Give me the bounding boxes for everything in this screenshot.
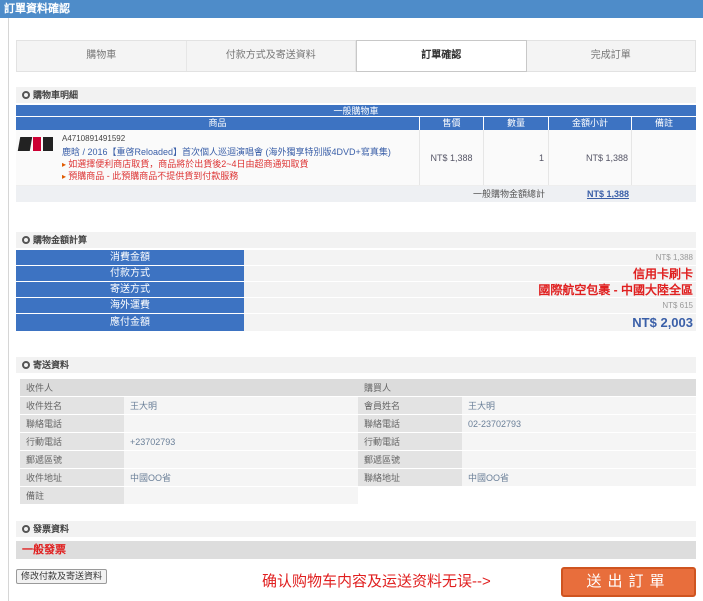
col-quantity: 數量 — [484, 117, 549, 130]
amount-label: 付款方式 — [16, 266, 244, 281]
amount-label: 寄送方式 — [16, 282, 244, 297]
field-value — [462, 451, 696, 468]
col-price: 售價 — [420, 117, 484, 130]
field-value: +23702793 — [124, 433, 358, 450]
field-label: 聯絡電話 — [358, 415, 462, 432]
cart-section-title: 購物車明細 — [33, 90, 79, 100]
field-value: 中國OO省 — [462, 469, 696, 486]
field-label: 郵遞區號 — [20, 451, 124, 468]
cart-total-row: 一般購物金額總計 NT$ 1,388 — [16, 186, 696, 202]
bullet-icon — [22, 91, 30, 99]
amount-value: NT$ 1,388 — [244, 250, 696, 265]
product-quantity: 1 — [484, 130, 549, 185]
amount-row: 寄送方式 國際航空包裹 - 中國大陸全區 — [16, 282, 696, 298]
field-value — [462, 433, 696, 450]
buyer-row: 聯絡地址 中國OO省 — [358, 469, 696, 487]
step-cart[interactable]: 購物車 — [17, 41, 187, 71]
total-payable-value: NT$ 2,003 — [244, 314, 696, 331]
field-label: 郵遞區號 — [358, 451, 462, 468]
step-payment-shipping[interactable]: 付款方式及寄送資料 — [187, 41, 356, 71]
window-title: 訂單資料確認 — [0, 0, 703, 18]
invoice-type: 一般發票 — [16, 541, 696, 559]
amount-section-header: 購物金額計算 — [16, 232, 696, 248]
buyer-row: 會員姓名 王大明 — [358, 397, 696, 415]
field-label: 收件姓名 — [20, 397, 124, 414]
shipping-section-title: 寄送資料 — [33, 360, 70, 370]
col-subtotal: 金額小計 — [549, 117, 632, 130]
buyer-title: 購買人 — [358, 379, 696, 396]
cart-group-title: 一般購物車 — [16, 105, 696, 117]
amount-row: 消費金額 NT$ 1,388 — [16, 250, 696, 266]
field-value: 王大明 — [462, 397, 696, 414]
field-value — [124, 487, 358, 504]
recipient-title: 收件人 — [20, 379, 358, 396]
submit-order-button[interactable]: 送出訂單 — [561, 567, 696, 597]
field-label: 聯絡電話 — [20, 415, 124, 432]
recipient-row: 收件地址 中國OO省 — [20, 469, 358, 487]
payment-method-value: 信用卡刷卡 — [244, 266, 696, 281]
bullet-icon — [22, 361, 30, 369]
amount-label: 消費金額 — [16, 250, 244, 265]
modify-payment-shipping-button[interactable]: 修改付款及寄送資料 — [16, 569, 108, 584]
amount-row: 應付金額 NT$ 2,003 — [16, 314, 696, 332]
recipient-row: 收件姓名 王大明 — [20, 397, 358, 415]
buyer-title-row: 購買人 — [358, 379, 696, 397]
recipient-row: 聯絡電話 — [20, 415, 358, 433]
recipient-row: 郵遞區號 — [20, 451, 358, 469]
invoice-section-header: 發票資料 — [16, 521, 696, 537]
invoice-section-title: 發票資料 — [33, 524, 70, 534]
step-complete: 完成訂單 — [590, 50, 631, 61]
product-cell: A4710891491592 鹿晗 / 2016【重啓Reloaded】首次個人… — [16, 130, 420, 185]
cart-table: 一般購物車 商品 售價 數量 金額小計 備註 A4710891491592 鹿晗… — [16, 105, 696, 202]
col-remark: 備註 — [654, 118, 673, 128]
field-value: 中國OO省 — [124, 469, 358, 486]
recipient-panel: 收件人 收件姓名 王大明 聯絡電話 行動電話 +23702793 郵遞區號 收件地址… — [20, 379, 358, 505]
buyer-row: 郵遞區號 — [358, 451, 696, 469]
field-value: 02-23702793 — [462, 415, 696, 432]
cart-header-row: 商品 售價 數量 金額小計 備註 — [16, 117, 696, 130]
recipient-row: 行動電話 +23702793 — [20, 433, 358, 451]
confirm-note: 确认购物车内容及运送资料无误--> — [262, 573, 491, 590]
col-product: 商品 — [16, 117, 420, 130]
field-label: 收件地址 — [20, 469, 124, 486]
field-value — [124, 415, 358, 432]
buyer-row: 聯絡電話 02-23702793 — [358, 415, 696, 433]
field-label: 會員姓名 — [358, 397, 462, 414]
buyer-panel: 購買人 會員姓名 王大明 聯絡電話 02-23702793 行動電話 郵遞區號 聯絡… — [358, 379, 696, 487]
amount-row: 海外運費 NT$ 615 — [16, 298, 696, 314]
checkout-steps: 購物車 付款方式及寄送資料 訂單確認 完成訂單 — [16, 40, 696, 72]
product-thumbnail[interactable] — [17, 135, 55, 155]
step-order-confirm[interactable]: 訂單確認 — [356, 40, 527, 72]
field-value — [124, 451, 358, 468]
amount-label: 應付金額 — [16, 314, 244, 331]
product-note: 預購商品 - 此預購商品不提供貨到付款服務 — [62, 169, 238, 182]
product-remark — [632, 130, 696, 185]
field-label: 行動電話 — [20, 433, 124, 450]
bullet-icon — [22, 236, 30, 244]
amount-table: 消費金額 NT$ 1,388 付款方式 信用卡刷卡 寄送方式 國際航空包裹 - … — [16, 250, 696, 332]
buyer-row: 行動電話 — [358, 433, 696, 451]
amount-section-title: 購物金額計算 — [33, 235, 88, 245]
field-value: 王大明 — [124, 397, 358, 414]
product-price: NT$ 1,388 — [420, 130, 484, 185]
field-label: 行動電話 — [358, 433, 462, 450]
field-label: 備註 — [20, 487, 124, 504]
amount-label: 海外運費 — [16, 298, 244, 313]
product-sku: A4710891491592 — [62, 134, 126, 143]
shipping-section-header: 寄送資料 — [16, 357, 696, 373]
shipping-method-value: 國際航空包裹 - 中國大陸全區 — [244, 282, 696, 297]
recipient-title-row: 收件人 — [20, 379, 358, 397]
amount-row: 付款方式 信用卡刷卡 — [16, 266, 696, 282]
field-label: 聯絡地址 — [358, 469, 462, 486]
table-row: A4710891491592 鹿晗 / 2016【重啓Reloaded】首次個人… — [16, 130, 696, 186]
cart-total-value[interactable]: NT$ 1,388 — [549, 186, 632, 202]
recipient-row: 備註 — [20, 487, 358, 505]
amount-value: NT$ 615 — [244, 298, 696, 313]
bullet-icon — [22, 525, 30, 533]
product-subtotal: NT$ 1,388 — [549, 130, 632, 185]
cart-section-header: 購物車明細 — [16, 87, 696, 103]
cart-total-label: 一般購物金額總計 — [472, 189, 545, 199]
